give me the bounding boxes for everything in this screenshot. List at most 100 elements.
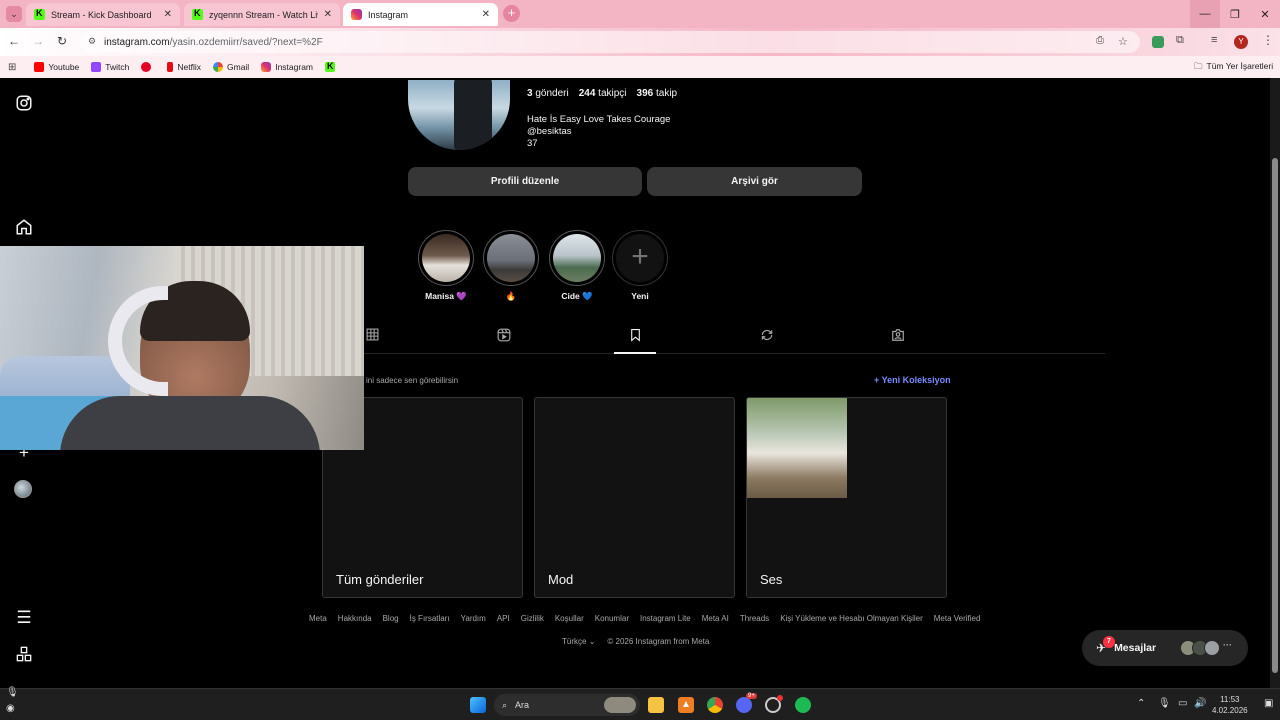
bookmark-star-icon[interactable]: ☆	[1118, 35, 1128, 48]
tab-kick-dashboard[interactable]: Stream - Kick Dashboard ✕	[26, 3, 180, 26]
chrome-icon[interactable]	[707, 697, 723, 713]
footer-link[interactable]: Gizlilik	[521, 614, 544, 623]
extension-badge-icon[interactable]	[1152, 36, 1164, 48]
menu-icon[interactable]: ☰	[14, 608, 34, 628]
extensions-icon[interactable]: ⧉	[1176, 34, 1184, 47]
footer-link[interactable]: Hakkında	[338, 614, 372, 623]
collection-cover-image	[747, 398, 847, 498]
language-select[interactable]: Türkçe ⌄	[562, 637, 595, 646]
network-icon[interactable]: ▭	[1178, 698, 1187, 709]
taskbar-search-input[interactable]: ⌕ Ara	[494, 694, 640, 716]
tab-search-button[interactable]: ⌄	[6, 6, 22, 22]
chevron-up-icon[interactable]: ⌃	[1137, 698, 1145, 709]
highlight-cide[interactable]: Cide 💙	[549, 230, 605, 302]
discord-badge: 9+	[746, 693, 757, 699]
tab-instagram[interactable]: Instagram ✕	[343, 3, 498, 26]
site-settings-icon[interactable]: ⚙	[88, 36, 96, 47]
followers-stat[interactable]: 244 takipçi	[579, 88, 627, 99]
highlight-manisa[interactable]: Manisa 💜	[418, 230, 474, 302]
footer-link[interactable]: Instagram Lite	[640, 614, 691, 623]
edit-profile-button[interactable]: Profili düzenle	[408, 167, 642, 196]
spotify-icon[interactable]	[795, 697, 811, 713]
reading-list-icon[interactable]: ≡	[1211, 34, 1217, 46]
microphone-icon[interactable]: 🎙	[1158, 698, 1171, 709]
system-clock[interactable]: 11:53 4.02.2026	[1212, 694, 1248, 716]
url-input[interactable]: ⚙ instagram.com/yasin.ozdemiirr/saved/?n…	[80, 31, 1140, 53]
kick-icon	[192, 8, 203, 20]
bookmark-pinterest[interactable]	[141, 62, 155, 72]
footer-bottom: Türkçe ⌄ © 2026 Instagram from Meta	[562, 637, 709, 646]
mic-icon[interactable]: 🎙	[6, 687, 19, 698]
webcam-overlay	[0, 246, 364, 450]
bookmark-twitch[interactable]: Twitch	[91, 62, 129, 72]
footer-link[interactable]: İş Fırsatları	[410, 614, 450, 623]
forward-icon[interactable]: →	[30, 34, 46, 48]
instagram-logo-icon[interactable]	[14, 94, 34, 114]
footer-link[interactable]: Meta	[309, 614, 327, 623]
highlight-new[interactable]: + Yeni	[612, 230, 668, 301]
new-collection-link[interactable]: + Yeni Koleksiyon	[874, 375, 951, 385]
bookmark-youtube[interactable]: Youtube	[34, 62, 79, 72]
new-tab-button[interactable]: +	[503, 5, 520, 22]
reload-icon[interactable]: ↻	[54, 34, 70, 48]
location-icon[interactable]: ◉	[6, 703, 15, 714]
apps-grid-icon[interactable]: ⊞	[8, 62, 16, 73]
profile-avatar[interactable]: Y	[1234, 35, 1248, 49]
restore-icon[interactable]: ❐	[1220, 0, 1250, 28]
tab-kick-stream[interactable]: zyqennn Stream - Watch Live o ✕	[184, 3, 340, 26]
menu-kebab-icon[interactable]: ⋮	[1262, 33, 1274, 47]
page-scrollbar[interactable]	[1270, 78, 1280, 688]
following-stat[interactable]: 396 takip	[637, 88, 678, 99]
tab-saved-icon[interactable]	[625, 328, 645, 348]
bookmark-kick[interactable]	[325, 61, 339, 72]
footer-link[interactable]: Yardım	[461, 614, 486, 623]
saved-private-note: ini sadece sen görebilirsin	[366, 376, 459, 385]
footer-link[interactable]: Meta AI	[702, 614, 729, 623]
footer-link[interactable]: Koşullar	[555, 614, 584, 623]
profile-photo[interactable]	[408, 80, 510, 150]
footer-link[interactable]: API	[497, 614, 510, 623]
all-bookmarks[interactable]: 🗀 Tüm Yer İşaretleri	[1194, 61, 1273, 75]
bookmark-instagram[interactable]: Instagram	[261, 62, 313, 72]
bio-line: 37	[527, 138, 538, 149]
app-orange-icon[interactable]: ▲	[678, 697, 694, 713]
file-explorer-icon[interactable]	[648, 697, 664, 713]
notifications-icon[interactable]: ▣	[1264, 698, 1273, 709]
bio-mention[interactable]: @besiktas	[527, 126, 572, 137]
bookmark-gmail[interactable]: Gmail	[213, 62, 249, 72]
tab-posts-grid-icon[interactable]	[362, 328, 382, 348]
start-button[interactable]	[470, 697, 486, 713]
close-icon[interactable]: ✕	[164, 9, 172, 20]
footer-link[interactable]: Konumlar	[595, 614, 629, 623]
footer-link[interactable]: Blog	[383, 614, 399, 623]
posts-stat[interactable]: 3 gönderi	[527, 88, 569, 99]
footer-link[interactable]: Meta Verified	[934, 614, 981, 623]
bookmark-netflix[interactable]: Netflix	[167, 62, 201, 72]
url-host: instagram.com	[104, 36, 170, 48]
tab-reels-icon[interactable]	[494, 328, 514, 348]
footer-link[interactable]: Threads	[740, 614, 769, 623]
close-window-icon[interactable]: ✕	[1250, 0, 1280, 28]
browser-tab-bar: ⌄ Stream - Kick Dashboard ✕ zyqennn Stre…	[0, 0, 1280, 28]
volume-icon[interactable]: 🔊	[1194, 698, 1206, 709]
view-archive-button[interactable]: Arşivi gör	[647, 167, 862, 196]
minimize-icon[interactable]: —	[1190, 0, 1220, 28]
discord-icon[interactable]	[736, 697, 752, 713]
install-app-icon[interactable]: ⎙	[1096, 35, 1104, 46]
close-icon[interactable]: ✕	[324, 9, 332, 20]
tab-tagged-icon[interactable]	[888, 328, 908, 348]
also-from-meta-icon[interactable]	[14, 646, 34, 666]
back-icon[interactable]: ←	[6, 34, 22, 48]
search-highlight-image	[604, 697, 636, 713]
collection-ses[interactable]: Ses	[746, 397, 947, 598]
profile-avatar-icon[interactable]	[14, 480, 34, 500]
tab-reposts-icon[interactable]	[757, 328, 777, 348]
highlight-fire[interactable]: 🔥	[483, 230, 539, 302]
youtube-icon	[34, 62, 45, 72]
messages-button[interactable]: ✈ 7 Mesajlar ···	[1082, 630, 1248, 666]
footer-link[interactable]: Kişi Yükleme ve Hesabı Olmayan Kişiler	[780, 614, 923, 623]
home-icon[interactable]	[14, 218, 34, 238]
url-path: /yasin.ozdemiirr/saved/?next=%2F	[169, 36, 323, 48]
collection-mod[interactable]: Mod	[534, 397, 735, 598]
close-icon[interactable]: ✕	[482, 9, 490, 20]
